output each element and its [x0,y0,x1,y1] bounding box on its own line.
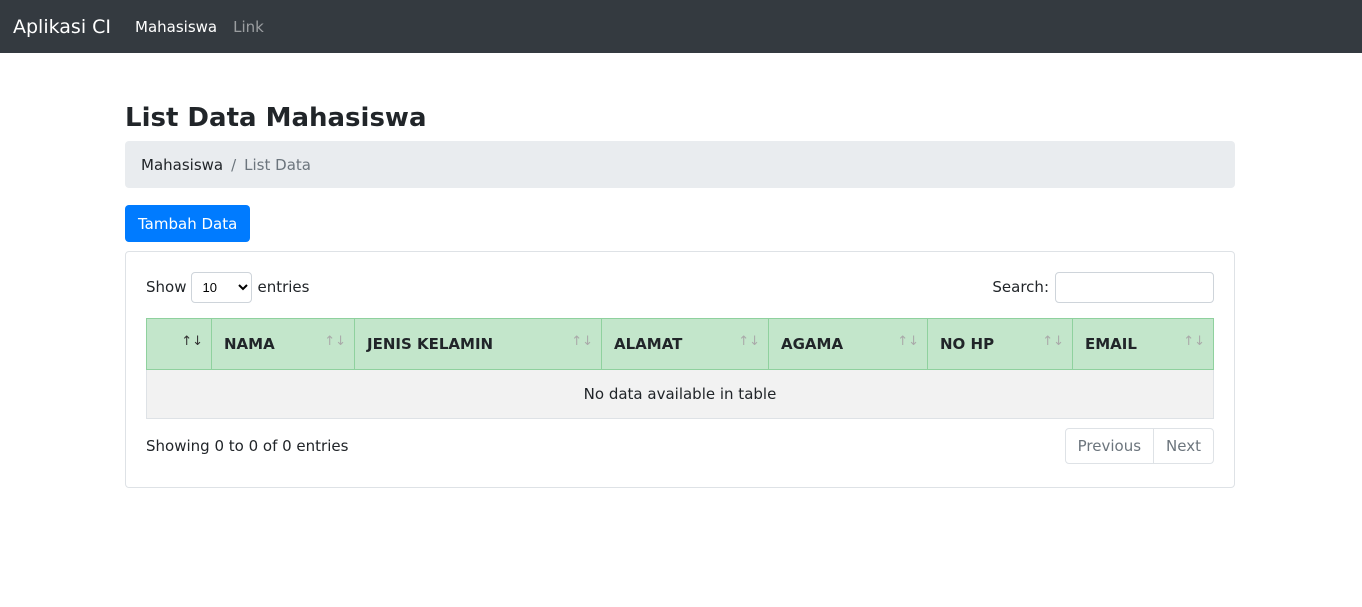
column-header-email[interactable]: EMAIL ↑↓ [1072,318,1214,370]
show-label: Show [146,278,187,296]
next-button[interactable]: Next [1153,429,1213,463]
sort-icon: ↑↓ [738,334,760,349]
breadcrumb-mahasiswa[interactable]: Mahasiswa [141,156,223,174]
pagination: Previous Next [1064,428,1214,464]
entries-label: entries [257,278,310,296]
entries-select[interactable]: 10 [191,272,253,303]
sort-icon: ↑↓ [571,334,593,349]
column-header-no-hp[interactable]: NO HP ↑↓ [927,318,1073,370]
sort-icon: ↑↓ [1042,334,1064,349]
add-data-button[interactable]: Tambah Data [125,205,251,242]
datatable-card: Show 10 entries Search: ↑↓ NAMA ↑↓ JENIS KE… [125,251,1235,488]
column-header-jenis-kelamin[interactable]: JENIS KELAMIN ↑↓ [354,318,602,370]
empty-message: No data available in table [146,369,1214,419]
nav-mahasiswa[interactable]: Mahasiswa [135,18,217,36]
sort-icon: ↑↓ [1183,334,1205,349]
data-table: ↑↓ NAMA ↑↓ JENIS KELAMIN ↑↓ ALAMAT ↑↓ AGAMA… [146,318,1214,419]
breadcrumb: Mahasiswa / List Data [125,141,1235,188]
nav-link[interactable]: Link [233,18,264,36]
column-header-nama[interactable]: NAMA ↑↓ [211,318,355,370]
breadcrumb-current: List Data [244,155,311,174]
table-info: Showing 0 to 0 of 0 entries [146,437,349,455]
navbar: Aplikasi CI Mahasiswa Link [0,0,1362,53]
breadcrumb-separator: / [231,155,237,174]
search-label: Search: [992,278,1049,296]
previous-button[interactable]: Previous [1066,429,1153,463]
sort-icon: ↑↓ [897,334,919,349]
brand[interactable]: Aplikasi CI [13,16,111,38]
page-title: List Data Mahasiswa [125,103,427,133]
sort-icon: ↑↓ [181,334,203,349]
column-header-no[interactable]: ↑↓ [146,318,212,370]
sort-icon: ↑↓ [324,334,346,349]
search-input[interactable] [1055,272,1214,303]
column-header-alamat[interactable]: ALAMAT ↑↓ [601,318,769,370]
column-header-agama[interactable]: AGAMA ↑↓ [768,318,928,370]
